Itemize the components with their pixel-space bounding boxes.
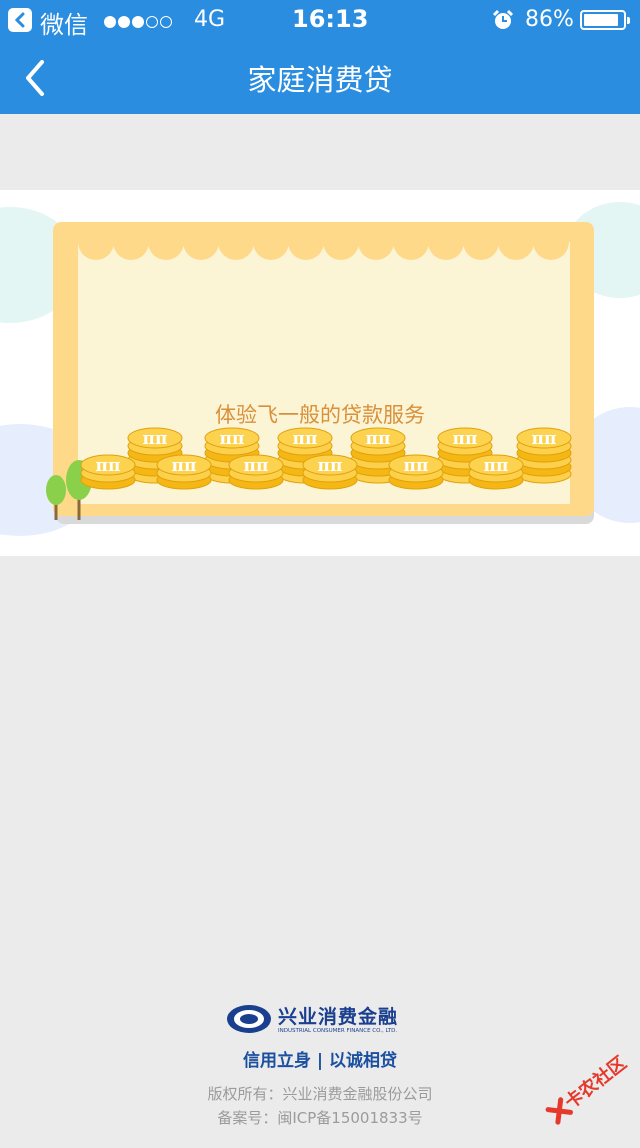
- logo-text-cn: 兴业消费金融: [278, 1006, 399, 1028]
- logo-text-en: INDUSTRIAL CONSUMER FINANCE CO., LTD.: [278, 1028, 398, 1034]
- clock: 16:13: [292, 5, 369, 33]
- promo-banner[interactable]: ππ ππ ππ ππ ππ ππ ππ ππ ππ ππ ππ ππ 体验飞一般的贷款服务: [0, 190, 640, 556]
- coin-symbol: ππ: [366, 429, 391, 449]
- back-to-app-icon[interactable]: [8, 8, 32, 32]
- banner-illustration: ππ ππ ππ ππ ππ ππππ ππ ππ ππ ππ ππ: [0, 202, 640, 536]
- company-logo-icon: [227, 1005, 271, 1033]
- watermark: 卡农社区: [524, 1024, 640, 1148]
- back-to-app-label[interactable]: 微信: [40, 5, 88, 40]
- coin-symbol: ππ: [244, 456, 269, 476]
- page-title: 家庭消费贷: [247, 63, 393, 97]
- banner-slogan: 体验飞一般的贷款服务: [215, 403, 425, 427]
- top-bar: 微信 4G 16:13 86% 家庭消费贷: [0, 0, 640, 114]
- coin-symbol: ππ: [172, 456, 197, 476]
- network-type: 4G: [194, 7, 226, 32]
- coin-symbol: ππ: [96, 456, 121, 476]
- battery-percent: 86%: [525, 7, 574, 32]
- coin-symbol: ππ: [532, 429, 557, 449]
- alarm-icon: [492, 9, 514, 35]
- watermark-text: 卡农社区: [561, 1052, 631, 1114]
- coin-symbol: ππ: [453, 429, 478, 449]
- coin-symbol: ππ: [143, 429, 168, 449]
- coin-symbol: ππ: [220, 429, 245, 449]
- status-bar: 微信 4G 16:13 86%: [0, 0, 640, 40]
- coin-symbol: ππ: [318, 456, 343, 476]
- coin-symbol: ππ: [293, 429, 318, 449]
- signal-strength-icon: [104, 13, 174, 32]
- company-motto: 信用立身 | 以诚相贷: [242, 1051, 398, 1071]
- battery-icon: [580, 10, 630, 30]
- company-logo: 兴业消费金融 INDUSTRIAL CONSUMER FINANCE CO., …: [226, 1004, 416, 1036]
- coin-symbol: ππ: [404, 456, 429, 476]
- coin-symbol: ππ: [484, 456, 509, 476]
